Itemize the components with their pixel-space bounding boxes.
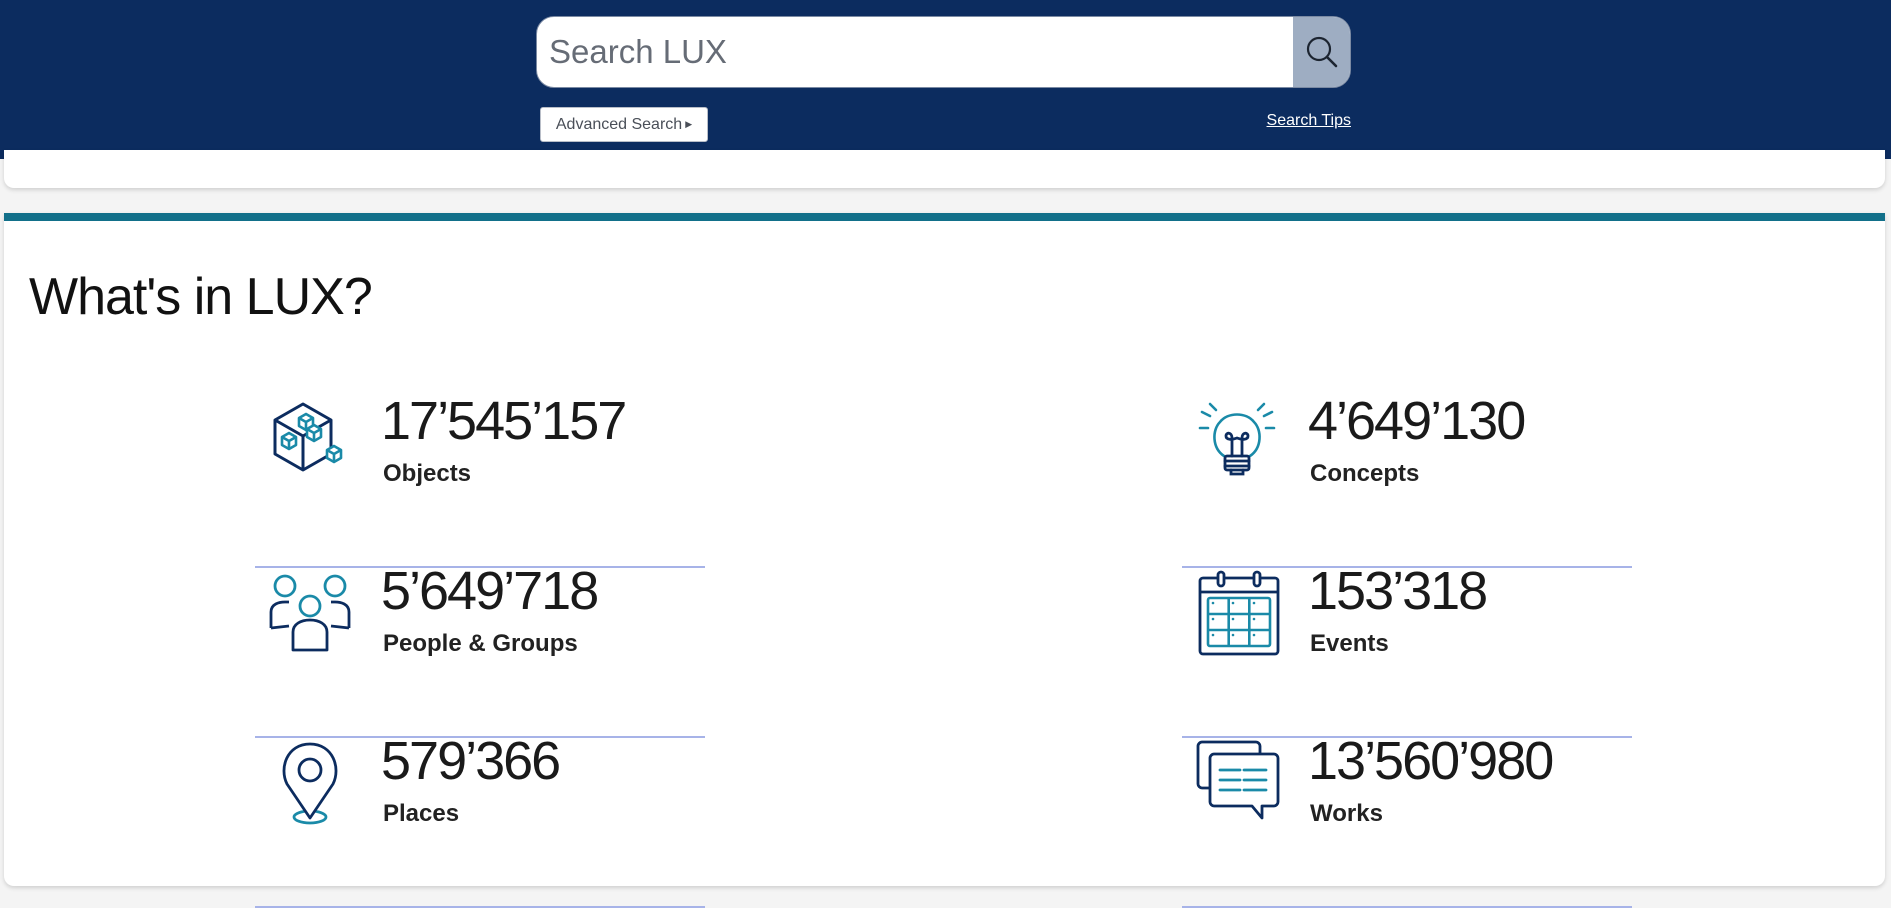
stat-label[interactable]: Events <box>1310 630 1389 658</box>
stat-count: 13’560’980 <box>1308 731 1554 791</box>
advanced-search-button[interactable]: Advanced Search ▶ <box>540 107 708 142</box>
stat-count: 5’649’718 <box>381 561 599 621</box>
chat-document-icon <box>1196 740 1280 820</box>
site-header: Advanced Search ▶ Search Tips <box>0 0 1891 159</box>
stat-label[interactable]: Works <box>1310 800 1383 828</box>
search-bar <box>536 16 1351 88</box>
people-groups-icon <box>269 574 351 652</box>
stat-count: 17’545’157 <box>381 391 627 451</box>
whats-in-lux-section: What's in LUX? 17’545’157 Objects 4’649’… <box>4 213 1885 908</box>
advanced-search-label: Advanced Search <box>555 115 683 133</box>
header-card <box>4 150 1885 188</box>
calendar-icon <box>1198 570 1280 656</box>
stat-objects[interactable]: 17’545’157 Objects <box>255 391 705 568</box>
stat-works[interactable]: 13’560’980 Works <box>1182 731 1632 908</box>
search-tips-link[interactable]: Search Tips <box>1267 112 1351 130</box>
stat-count: 4’649’130 <box>1308 391 1526 451</box>
section-title: What's in LUX? <box>29 268 373 326</box>
stat-people-groups[interactable]: 5’649’718 People & Groups <box>255 561 705 738</box>
stat-count: 153’318 <box>1308 561 1488 621</box>
stat-label[interactable]: Places <box>383 800 459 828</box>
stat-places[interactable]: 579’366 Places <box>255 731 705 908</box>
stat-count: 579’366 <box>381 731 561 791</box>
search-icon <box>1306 36 1337 68</box>
stat-label[interactable]: People & Groups <box>383 630 578 658</box>
stat-concepts[interactable]: 4’649’130 Concepts <box>1182 391 1632 568</box>
objects-cubes-icon <box>273 402 343 472</box>
search-button[interactable] <box>1293 17 1350 87</box>
stat-label[interactable]: Concepts <box>1310 460 1419 488</box>
caret-right-icon: ▶ <box>685 119 693 129</box>
lightbulb-icon <box>1198 402 1276 476</box>
map-pin-icon <box>282 742 338 825</box>
search-input[interactable] <box>537 17 1294 87</box>
stat-events[interactable]: 153’318 Events <box>1182 561 1632 738</box>
stat-label[interactable]: Objects <box>383 460 471 488</box>
